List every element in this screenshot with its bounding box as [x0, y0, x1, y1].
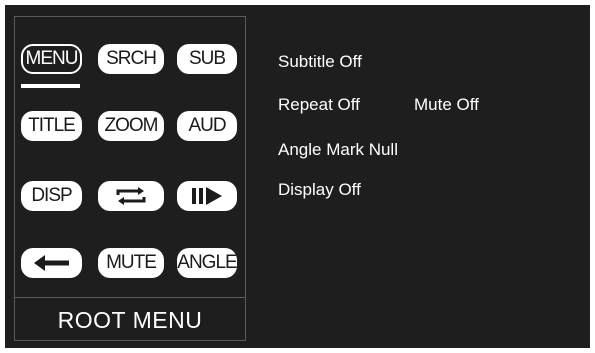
audio-button[interactable]: AUD	[177, 111, 237, 141]
mute-button-label: MUTE	[106, 252, 157, 273]
subtitle-button-label: SUB	[188, 48, 226, 69]
root-menu-panel: MENU SRCH SUB TITLE ZOOM AUD DISP MUTE A…	[14, 16, 246, 341]
title-button[interactable]: TITLE	[21, 111, 82, 141]
selection-underline	[21, 84, 80, 88]
search-button[interactable]: SRCH	[98, 44, 164, 74]
angle-mark-status: Angle Mark Null	[278, 140, 398, 159]
display-button[interactable]: DISP	[21, 181, 82, 211]
step-forward-button[interactable]	[177, 181, 237, 211]
title-button-label: TITLE	[28, 115, 76, 136]
zoom-button[interactable]: ZOOM	[98, 111, 164, 141]
root-menu-title: ROOT MENU	[57, 307, 203, 333]
display-button-label: DISP	[31, 185, 72, 206]
audio-button-label: AUD	[188, 115, 226, 136]
step-forward-icon	[189, 186, 225, 206]
zoom-button-label: ZOOM	[104, 115, 159, 136]
repeat-button[interactable]	[98, 181, 164, 211]
back-arrow-icon	[33, 254, 71, 272]
angle-button[interactable]: ANGLE	[177, 248, 237, 278]
subtitle-status: Subtitle Off	[278, 52, 362, 71]
repeat-status: Repeat Off	[278, 95, 360, 114]
repeat-icon	[114, 186, 148, 206]
mute-status: Mute Off	[414, 95, 479, 114]
back-button[interactable]	[21, 248, 82, 278]
search-button-label: SRCH	[106, 48, 157, 69]
menu-button[interactable]: MENU	[21, 44, 82, 74]
display-status: Display Off	[278, 180, 361, 199]
subtitle-button[interactable]: SUB	[177, 44, 237, 74]
panel-divider	[15, 297, 245, 298]
mute-button[interactable]: MUTE	[98, 248, 164, 278]
osd-screen: MENU SRCH SUB TITLE ZOOM AUD DISP MUTE A…	[5, 5, 590, 348]
menu-button-label: MENU	[25, 48, 79, 69]
angle-button-label: ANGLE	[177, 252, 237, 273]
